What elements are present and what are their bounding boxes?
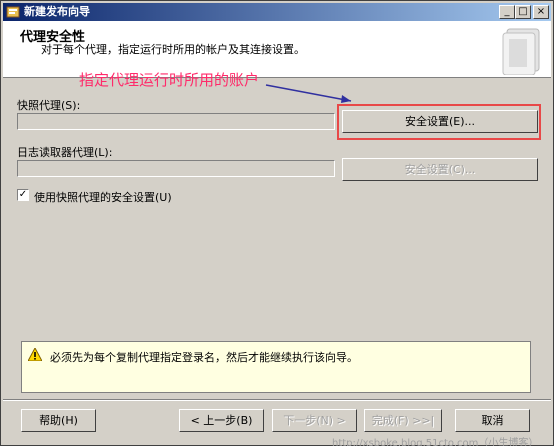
warning-text: 必须先为每个复制代理指定登录名，然后才能继续执行该向导。 — [50, 351, 358, 364]
snapshot-agent-field — [17, 113, 335, 130]
logreader-security-settings-button[interactable]: 安全设置(C)... — [342, 158, 538, 181]
watermark-text: http://xsboke.blog.51cto.com（小生博客） — [332, 438, 539, 446]
close-button[interactable]: × — [533, 5, 549, 19]
window-title: 新建发布向导 — [24, 5, 90, 18]
page-subtitle: 对于每个代理，指定运行时所用的帐户及其连接设置。 — [41, 43, 305, 56]
snapshot-agent-label: 快照代理(S): — [17, 99, 81, 112]
publication-book-icon — [502, 28, 540, 75]
warning-icon — [28, 348, 42, 361]
logreader-agent-label: 日志读取器代理(L): — [17, 146, 113, 159]
back-button[interactable]: < 上一步(B) — [179, 409, 264, 432]
maximize-button[interactable]: □ — [515, 5, 531, 19]
title-bar: 新建发布向导 _ □ × — [3, 3, 551, 21]
wizard-window: 新建发布向导 _ □ × 代理安全性 对于每个代理，指定运行时所用的帐户及其连接… — [0, 0, 554, 446]
annotation-callout: 指定代理运行时所用的账户 — [79, 71, 260, 89]
annotation-highlight-box — [337, 104, 541, 140]
wizard-app-icon — [6, 6, 20, 18]
use-snapshot-security-label: 使用快照代理的安全设置(U) — [34, 191, 172, 204]
warning-panel: 必须先为每个复制代理指定登录名，然后才能继续执行该向导。 — [21, 341, 531, 393]
logreader-agent-field — [17, 160, 335, 177]
minimize-button[interactable]: _ — [499, 5, 515, 19]
cancel-button[interactable]: 取消 — [455, 409, 530, 432]
finish-button[interactable]: 完成(F) >>| — [364, 409, 442, 432]
next-button[interactable]: 下一步(N) > — [272, 409, 357, 432]
help-button[interactable]: 帮助(H) — [21, 409, 96, 432]
use-snapshot-security-checkbox[interactable]: ✓ — [17, 189, 29, 201]
footer-separator — [3, 399, 551, 401]
